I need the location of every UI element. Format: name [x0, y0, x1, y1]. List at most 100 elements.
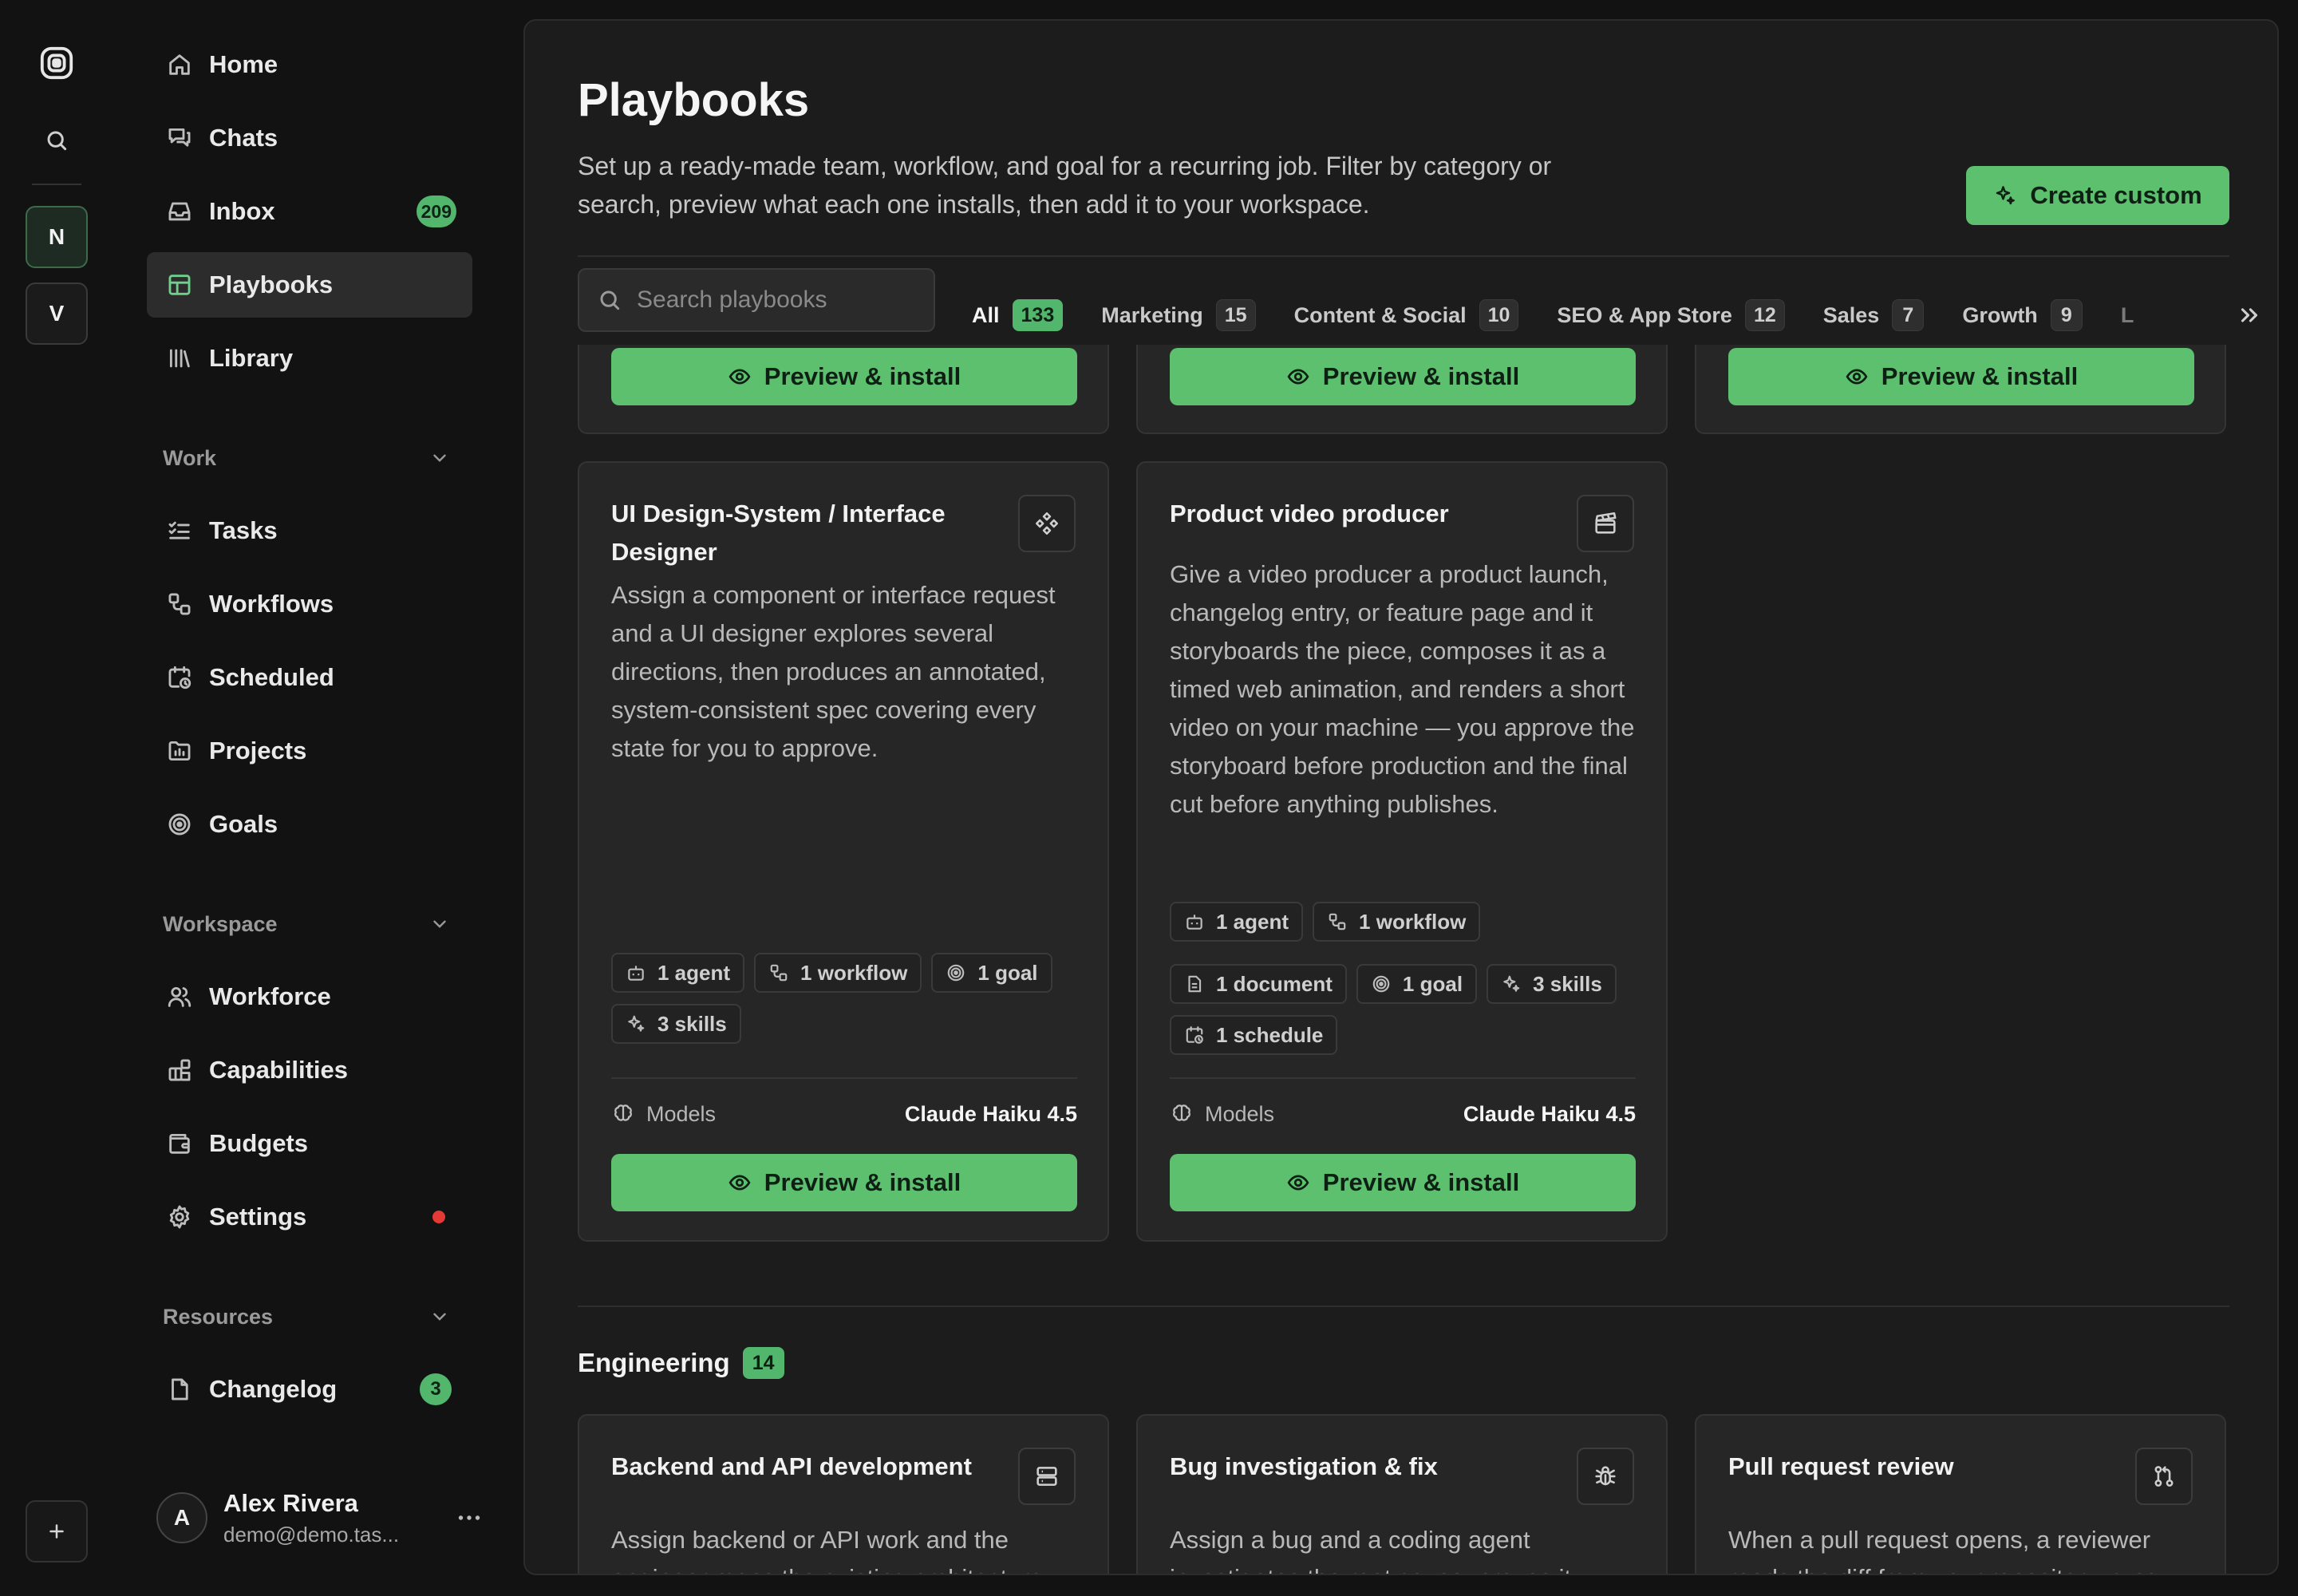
- bot-icon: [628, 966, 644, 981]
- sidebar-item-label: Projects: [209, 737, 307, 764]
- search-box[interactable]: [578, 268, 935, 332]
- card-models: Models Claude Haiku 4.5: [1170, 1098, 1636, 1130]
- rail-divider: [32, 184, 81, 185]
- search-icon: [600, 290, 620, 310]
- section-count: 14: [742, 1347, 784, 1379]
- main-panel: Playbooks Set up a ready-made team, work…: [523, 19, 2279, 1575]
- tab-count: 7: [1892, 299, 1925, 331]
- tabs-scroll-right-button[interactable]: [2236, 302, 2263, 329]
- chip-goal: 1 goal: [931, 953, 1052, 993]
- chip-workflow: 1 workflow: [1313, 902, 1481, 942]
- page-description: Set up a ready-made team, workflow, and …: [578, 152, 1552, 219]
- user-name: Alex Rivera: [223, 1488, 358, 1517]
- tab-count: 15: [1215, 299, 1256, 331]
- search-icon[interactable]: [44, 128, 69, 153]
- tasks-icon: [168, 521, 190, 539]
- workspace-v-button[interactable]: V: [26, 282, 88, 345]
- chip-schedule: 1 schedule: [1170, 1015, 1338, 1055]
- model-name: Claude Haiku 4.5: [904, 1101, 1077, 1126]
- playbook-list: Preview & install Preview & install Prev…: [525, 345, 2277, 1574]
- sidebar-item-playbooks[interactable]: Playbooks: [147, 252, 472, 318]
- chip-agent: 1 agent: [611, 953, 745, 993]
- sidebar-item-label: Capabilities: [209, 1056, 348, 1084]
- brain-icon: [1173, 1104, 1190, 1121]
- preview-install-button[interactable]: Preview & install: [611, 1154, 1077, 1211]
- sidebar-item-tasks[interactable]: Tasks: [147, 498, 472, 563]
- tab-count: 10: [1479, 299, 1519, 331]
- workspace-rail: N V: [0, 0, 113, 1596]
- playbook-card: Preview & install: [578, 345, 1109, 434]
- app-logo-icon[interactable]: [38, 45, 75, 81]
- preview-install-button[interactable]: Preview & install: [1170, 1154, 1636, 1211]
- workflow-icon: [168, 593, 191, 615]
- sidebar-item-workforce[interactable]: Workforce: [147, 964, 472, 1029]
- sparkles-icon: [628, 1015, 645, 1032]
- sidebar-item-scheduled[interactable]: Scheduled: [147, 645, 472, 710]
- models-label: Models: [1205, 1101, 1275, 1126]
- sidebar-item-library[interactable]: Library: [147, 326, 472, 391]
- preview-install-button[interactable]: Preview & install: [611, 348, 1077, 405]
- tab-label: All: [972, 302, 1000, 327]
- chevron-down-icon: [433, 454, 446, 462]
- sidebar-item-label: Home: [209, 50, 278, 78]
- sidebar-item-workflows[interactable]: Workflows: [147, 571, 472, 637]
- section-title: Work: [163, 445, 217, 470]
- create-custom-button[interactable]: Create custom: [1966, 166, 2229, 225]
- preview-install-label: Preview & install: [1322, 362, 1520, 390]
- projects-icon: [168, 741, 191, 761]
- calendar-clock-icon: [1186, 1026, 1203, 1044]
- section-title: Resources: [163, 1304, 274, 1329]
- chip-label: 1 goal: [1402, 971, 1463, 996]
- tab-count: 12: [1744, 299, 1785, 331]
- sidebar-item-label: Inbox: [209, 197, 275, 225]
- preview-install-label: Preview & install: [764, 1168, 961, 1196]
- sidebar-item-inbox[interactable]: Inbox 209: [147, 179, 472, 244]
- card-divider: [611, 1077, 1077, 1079]
- settings-alert-dot: [432, 1211, 445, 1223]
- workflow-icon: [1329, 913, 1346, 930]
- sidebar-item-budgets[interactable]: Budgets: [147, 1111, 472, 1176]
- sidebar-item-label: Workforce: [209, 982, 331, 1010]
- add-workspace-button[interactable]: [26, 1500, 88, 1562]
- eye-icon: [1287, 1175, 1309, 1191]
- sidebar-item-settings[interactable]: Settings: [147, 1184, 472, 1250]
- sidebar-item-changelog[interactable]: Changelog 3: [147, 1357, 472, 1422]
- component-icon: [1018, 495, 1076, 552]
- tab-count: 133: [1012, 299, 1064, 331]
- resources-section-header[interactable]: Resources: [163, 1301, 450, 1333]
- chip-workflow: 1 workflow: [754, 953, 922, 993]
- work-section-header[interactable]: Work: [163, 442, 450, 474]
- more-icon[interactable]: [455, 1503, 484, 1532]
- sidebar-item-chats[interactable]: Chats: [147, 105, 472, 171]
- workflow-icon: [770, 964, 788, 982]
- models-label: Models: [646, 1101, 717, 1126]
- chip-goal: 1 goal: [1356, 964, 1478, 1004]
- home-icon: [169, 54, 190, 75]
- playbook-card: Preview & install: [1695, 345, 2226, 434]
- card-description: Give a video producer a product launch, …: [1170, 560, 1635, 818]
- user-text: Alex Rivera demo@demo.tas...: [223, 1489, 455, 1547]
- sidebar-item-capabilities[interactable]: Capabilities: [147, 1037, 472, 1103]
- eye-icon: [728, 1175, 751, 1191]
- tab-count: 9: [2050, 299, 2083, 331]
- card-includes: 1 agent 1 workflow 1 goal 3 skills: [611, 953, 1082, 1044]
- chip-label: 1 workflow: [800, 960, 908, 985]
- section-engineering-header: Engineering 14: [578, 1347, 784, 1379]
- workspace-section-header[interactable]: Workspace: [163, 908, 450, 940]
- sidebar-item-goals[interactable]: Goals: [147, 792, 472, 857]
- search-input[interactable]: [637, 286, 924, 314]
- playbook-card-video-producer: Product video producer Give a video prod…: [1136, 461, 1668, 1242]
- avatar: A: [156, 1492, 207, 1543]
- preview-install-label: Preview & install: [764, 362, 961, 390]
- user-profile[interactable]: A Alex Rivera demo@demo.tas...: [156, 1478, 492, 1558]
- sidebar-item-label: Workflows: [209, 590, 334, 618]
- sidebar-item-home[interactable]: Home: [147, 32, 472, 97]
- preview-install-button[interactable]: Preview & install: [1728, 348, 2194, 405]
- sidebar-item-projects[interactable]: Projects: [147, 718, 472, 784]
- chip-label: 1 goal: [977, 960, 1038, 985]
- sidebar-item-label: Playbooks: [209, 271, 334, 298]
- preview-install-button[interactable]: Preview & install: [1170, 348, 1636, 405]
- server-icon: [1018, 1448, 1076, 1505]
- workspace-n-button[interactable]: N: [26, 206, 88, 268]
- chip-document: 1 document: [1170, 964, 1347, 1004]
